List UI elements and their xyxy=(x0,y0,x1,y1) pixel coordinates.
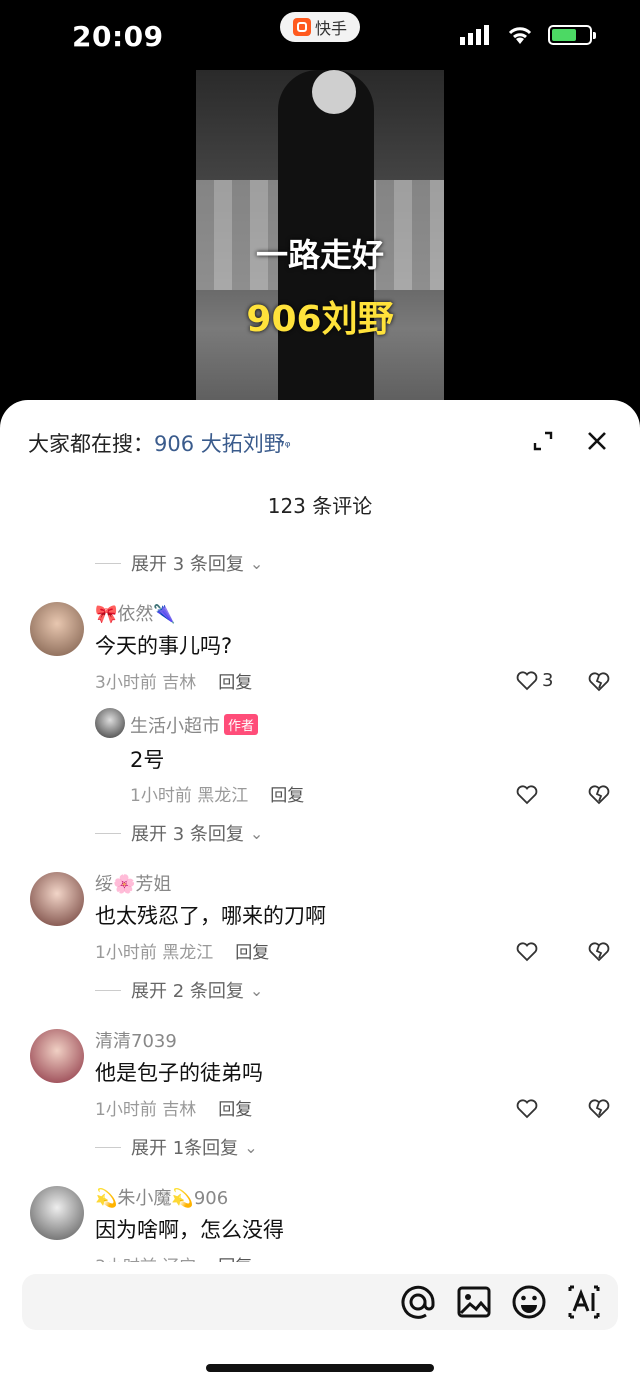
like-count: 3 xyxy=(542,670,554,691)
dislike-heart-icon[interactable] xyxy=(588,785,610,805)
wifi-icon xyxy=(508,27,532,44)
author-badge: 作者 xyxy=(224,714,259,735)
heart-icon[interactable] xyxy=(516,1099,538,1119)
avatar[interactable] xyxy=(30,872,84,926)
reply-button[interactable]: 回复 xyxy=(235,943,269,963)
comment-text[interactable]: 因为啥啊，怎么没得 xyxy=(95,1214,284,1244)
kuaishou-logo-icon xyxy=(292,18,311,36)
video-caption-line2: 906刘野 xyxy=(246,299,394,340)
signal-icon xyxy=(460,25,489,45)
comment-text[interactable]: 也太残忍了，哪来的刀啊 xyxy=(95,900,326,930)
expand-replies[interactable]: 展开 3 条回复 ⌄ xyxy=(95,550,263,576)
comment-text[interactable]: 今天的事儿吗? xyxy=(95,630,232,660)
video-preview[interactable]: 一路走好 906刘野 xyxy=(196,70,444,415)
chevron-down-icon: ⌄ xyxy=(249,823,264,843)
close-icon[interactable] xyxy=(586,430,608,452)
heart-icon[interactable] xyxy=(516,942,538,962)
search-suggestion[interactable]: 大家都在搜：906 大拓刘野ᵠ xyxy=(28,428,291,458)
battery-icon xyxy=(548,25,596,45)
reply-button[interactable]: 回复 xyxy=(218,673,252,693)
dislike-heart-icon[interactable] xyxy=(588,942,610,962)
comment-meta: 1小时前 吉林 回复 xyxy=(95,1100,253,1120)
image-icon[interactable] xyxy=(456,1284,492,1320)
heart-icon[interactable] xyxy=(516,785,538,805)
comment-count: 123 条评论 xyxy=(267,494,373,518)
status-bar: 20:09 快手 xyxy=(0,0,640,70)
comment-meta: 1小时前 黑龙江 回复 xyxy=(95,943,270,963)
comment-author[interactable]: 清清7039 xyxy=(95,1027,177,1053)
reply-button[interactable]: 回复 xyxy=(218,1100,252,1120)
comment-author[interactable]: 🎀依然🌂 xyxy=(95,600,176,626)
home-indicator[interactable] xyxy=(206,1364,434,1372)
search-prefix: 大家都在搜： xyxy=(28,432,154,456)
expand-icon[interactable] xyxy=(532,430,554,452)
chevron-down-icon: ⌄ xyxy=(249,553,264,573)
expand-replies[interactable]: 展开 1条回复 ⌄ xyxy=(95,1134,258,1160)
app-indicator[interactable]: 快手 xyxy=(280,12,360,42)
mention-icon[interactable] xyxy=(400,1284,436,1320)
search-hint-icon: ᵠ xyxy=(284,439,291,455)
video-caption-line1: 一路走好 xyxy=(255,236,384,274)
status-icons xyxy=(460,24,596,46)
avatar[interactable] xyxy=(30,1186,84,1240)
expand-replies[interactable]: 展开 2 条回复 ⌄ xyxy=(95,977,263,1003)
comment-author[interactable]: 绥🌸芳姐 xyxy=(95,870,171,896)
comment-sheet: 大家都在搜：906 大拓刘野ᵠ 123 条评论 展开 3 条回复 ⌄ 🎀依然🌂 今… xyxy=(0,400,640,1385)
comment-author[interactable]: 💫朱小魔💫906 xyxy=(95,1184,228,1210)
comment-text[interactable]: 他是包子的徒弟吗 xyxy=(95,1057,263,1087)
comment-meta: 1小时前 黑龙江 回复 xyxy=(130,786,305,806)
like-button[interactable]: 3 xyxy=(516,670,553,691)
avatar[interactable] xyxy=(30,1029,84,1083)
emoji-icon[interactable] xyxy=(511,1284,547,1320)
comment-text[interactable]: 2号 xyxy=(130,744,164,774)
expand-replies[interactable]: 展开 3 条回复 ⌄ xyxy=(95,820,263,846)
heart-icon xyxy=(516,670,538,690)
comment-meta: 3小时前 吉林 回复 xyxy=(95,673,253,693)
chevron-down-icon: ⌄ xyxy=(249,980,264,1000)
dislike-heart-icon[interactable] xyxy=(588,672,610,692)
dislike-heart-icon[interactable] xyxy=(588,1099,610,1119)
status-time: 20:09 xyxy=(72,20,164,53)
chevron-down-icon: ⌄ xyxy=(244,1137,258,1157)
app-name: 快手 xyxy=(314,19,347,38)
reply-button[interactable]: 回复 xyxy=(270,786,304,806)
search-keyword[interactable]: 906 大拓刘野 xyxy=(154,432,285,456)
ai-icon[interactable] xyxy=(566,1284,602,1320)
reply-author[interactable]: 生活小超市 作者 xyxy=(130,712,259,738)
avatar[interactable] xyxy=(30,602,84,656)
avatar[interactable] xyxy=(95,708,125,738)
